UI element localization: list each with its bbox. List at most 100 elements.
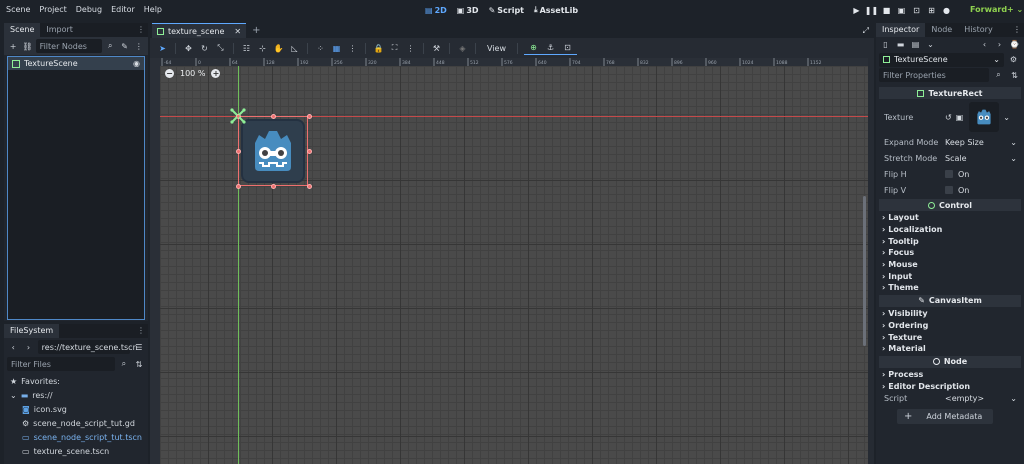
- dock-menu-icon[interactable]: ⋮: [137, 23, 145, 37]
- script-dropdown[interactable]: <empty> ⌄: [945, 394, 1021, 403]
- workspace-3d-button[interactable]: ▣ 3D: [457, 6, 479, 15]
- menu-help[interactable]: Help: [144, 5, 162, 14]
- resize-handle[interactable]: [307, 114, 312, 119]
- history-back-icon[interactable]: ‹: [978, 38, 991, 51]
- resource-menu-icon[interactable]: ⌄: [924, 38, 937, 51]
- scene-tree-item[interactable]: TextureScene ◉: [8, 57, 144, 70]
- object-selector[interactable]: TextureScene ⌄: [879, 52, 1004, 67]
- anchor-icon[interactable]: ⚓: [544, 41, 557, 54]
- texture-preview[interactable]: [969, 102, 1000, 132]
- dock-menu-icon[interactable]: ⋮: [1013, 23, 1021, 37]
- container-sizing-icon[interactable]: ⊡: [561, 41, 574, 54]
- menu-scene[interactable]: Scene: [6, 5, 30, 14]
- tab-texture-scene[interactable]: texture_scene ✕: [152, 23, 247, 38]
- remote-debug-icon[interactable]: ▣: [895, 4, 908, 17]
- resize-handle[interactable]: [271, 114, 276, 119]
- workspace-2d-button[interactable]: ▤ 2D: [425, 6, 447, 15]
- inspector-options-icon[interactable]: ⇅: [1008, 69, 1021, 82]
- canvasitem-category[interactable]: ✎ CanvasItem: [879, 294, 1021, 307]
- snap-options-icon[interactable]: ⋮: [346, 42, 359, 55]
- tab-import[interactable]: Import: [40, 23, 79, 37]
- tab-history[interactable]: History: [958, 23, 998, 37]
- filter-properties-input[interactable]: Filter Properties: [879, 68, 989, 82]
- new-resource-icon[interactable]: ▯: [879, 38, 892, 51]
- tab-filesystem[interactable]: FileSystem: [4, 324, 60, 338]
- section-visibility[interactable]: › Visibility: [879, 308, 1021, 320]
- tab-node[interactable]: Node: [925, 23, 958, 37]
- section-focus[interactable]: › Focus: [879, 247, 1021, 259]
- resize-handle[interactable]: [307, 149, 312, 154]
- canvas-viewport[interactable]: − 100 % +: [160, 66, 868, 464]
- section-input[interactable]: › Input: [879, 270, 1021, 282]
- section-ordering[interactable]: › Ordering: [879, 320, 1021, 332]
- smart-snap-icon[interactable]: ⁘: [314, 42, 327, 55]
- path-field[interactable]: res://texture_scene.tscn: [37, 340, 138, 354]
- section-localization[interactable]: › Localization: [879, 224, 1021, 236]
- file-item[interactable]: ▭ texture_scene.tscn: [10, 444, 142, 458]
- filter-files-input[interactable]: Filter Files: [7, 357, 115, 371]
- node-category[interactable]: Node: [879, 355, 1021, 368]
- filter-nodes-input[interactable]: Filter Nodes: [35, 39, 103, 53]
- section-layout[interactable]: › Layout: [879, 212, 1021, 224]
- flip-v-checkbox[interactable]: On: [945, 186, 1021, 195]
- lock-icon[interactable]: 🔒: [372, 42, 385, 55]
- link-icon[interactable]: ⛓: [21, 40, 33, 53]
- back-icon[interactable]: ‹: [7, 341, 19, 354]
- zoom-out-icon[interactable]: −: [165, 69, 174, 78]
- workspace-assetlib-button[interactable]: ⤓ AssetLib: [534, 5, 578, 15]
- play-custom-icon[interactable]: ⊞: [925, 4, 938, 17]
- anchor-gizmo-icon[interactable]: [230, 108, 246, 124]
- script-icon[interactable]: ▣: [956, 113, 964, 122]
- add-metadata-button[interactable]: + Add Metadata: [897, 408, 993, 424]
- stop-icon[interactable]: ■: [880, 4, 893, 17]
- script-attach-icon[interactable]: ✎: [118, 40, 130, 53]
- dock-menu-icon[interactable]: ⋮: [137, 324, 145, 338]
- menu-project[interactable]: Project: [39, 5, 66, 14]
- ruler-tool-icon[interactable]: ◺: [288, 42, 301, 55]
- play-scene-icon[interactable]: ⊡: [910, 4, 923, 17]
- renderer-selector[interactable]: Forward+ ⌄: [970, 5, 1023, 14]
- forward-icon[interactable]: ›: [22, 341, 34, 354]
- menu-debug[interactable]: Debug: [76, 5, 102, 14]
- select-tool-icon[interactable]: ➤: [156, 42, 169, 55]
- save-icon[interactable]: ▤: [909, 38, 922, 51]
- object-properties-icon[interactable]: ⚙: [1007, 53, 1020, 66]
- zoom-level[interactable]: 100 %: [180, 69, 205, 78]
- pause-icon[interactable]: ❚❚: [865, 4, 878, 17]
- movie-icon[interactable]: ●: [940, 4, 953, 17]
- resize-handle[interactable]: [271, 184, 276, 189]
- menu-editor[interactable]: Editor: [111, 5, 135, 14]
- file-item[interactable]: ▭ scene_node_script_tut.tscn: [10, 430, 142, 444]
- skeleton-icon[interactable]: ⋮: [404, 42, 417, 55]
- tab-scene[interactable]: Scene: [4, 23, 41, 37]
- scale-tool-icon[interactable]: ⤡: [214, 42, 227, 55]
- favorites-item[interactable]: ★ Favorites:: [10, 374, 142, 388]
- res-root-item[interactable]: ⌄ ▬ res://: [10, 388, 142, 402]
- section-mouse[interactable]: › Mouse: [879, 259, 1021, 271]
- section-texture[interactable]: › Texture: [879, 331, 1021, 343]
- visibility-eye-icon[interactable]: ◉: [133, 59, 140, 68]
- distraction-free-icon[interactable]: ⤢: [863, 26, 869, 36]
- revert-icon[interactable]: ↺: [945, 113, 952, 122]
- grid-snap-icon[interactable]: ▦: [330, 42, 343, 55]
- add-node-icon[interactable]: +: [7, 40, 19, 53]
- add-tab-icon[interactable]: +: [252, 25, 260, 36]
- file-item[interactable]: ⚙ scene_node_script_tut.gd: [10, 416, 142, 430]
- open-folder-icon[interactable]: ▬: [894, 38, 907, 51]
- texturerect-category[interactable]: TextureRect: [879, 87, 1021, 99]
- split-view-icon[interactable]: ☰: [133, 341, 145, 354]
- flip-h-checkbox[interactable]: On: [945, 170, 1021, 179]
- section-theme[interactable]: › Theme: [879, 282, 1021, 294]
- section-editor-description[interactable]: › Editor Description: [879, 380, 1021, 392]
- sort-icon[interactable]: ⇅: [133, 358, 145, 371]
- texture-rect-node[interactable]: [238, 116, 308, 186]
- resize-handle[interactable]: [236, 184, 241, 189]
- expand-mode-dropdown[interactable]: Keep Size ⌄: [945, 138, 1021, 147]
- rotate-tool-icon[interactable]: ↻: [198, 42, 211, 55]
- section-material[interactable]: › Material: [879, 343, 1021, 355]
- pan-tool-icon[interactable]: ✋: [272, 42, 285, 55]
- bone-icon[interactable]: ⚒: [430, 42, 443, 55]
- zoom-in-icon[interactable]: +: [211, 69, 221, 78]
- resize-handle[interactable]: [307, 184, 312, 189]
- workspace-script-button[interactable]: ✎ Script: [489, 6, 524, 15]
